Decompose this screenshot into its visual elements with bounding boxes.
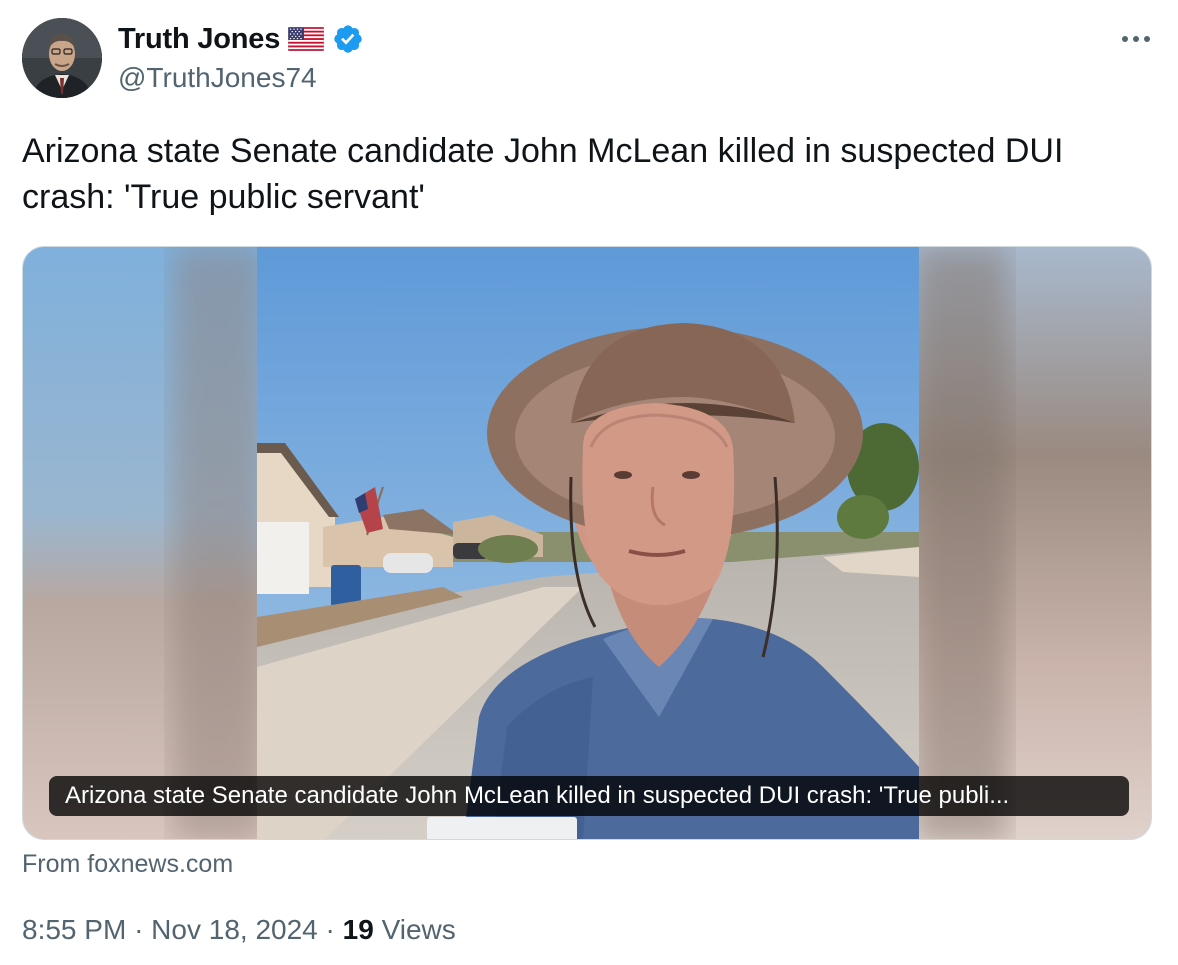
verified-badge-icon[interactable] [332,23,364,55]
meta-separator: · [134,914,144,945]
tweet-meta: 8:55 PM · Nov 18, 2024 · 19 Views [22,914,456,946]
author-display-name[interactable]: Truth Jones [118,23,280,56]
views-count: 19 [342,914,374,945]
more-options-button[interactable] [1116,24,1156,54]
avatar-image [22,18,102,98]
article-image [23,247,1151,839]
tweet-time[interactable]: 8:55 PM [22,914,126,945]
tweet-date[interactable]: Nov 18, 2024 [151,914,318,945]
avatar[interactable] [22,18,102,98]
card-source[interactable]: From foxnews.com [22,850,233,879]
author-handle[interactable]: @TruthJones74 [118,62,317,94]
us-flag-icon [288,27,325,51]
card-caption: Arizona state Senate candidate John McLe… [49,776,1129,816]
link-card[interactable]: Arizona state Senate candidate John McLe… [22,246,1152,840]
meta-separator: · [325,914,335,945]
tweet-text: Arizona state Senate candidate John McLe… [22,132,1064,216]
views-label: Views [381,914,456,945]
more-dots-icon [1122,36,1150,42]
author-name-row: Truth Jones [118,20,364,58]
